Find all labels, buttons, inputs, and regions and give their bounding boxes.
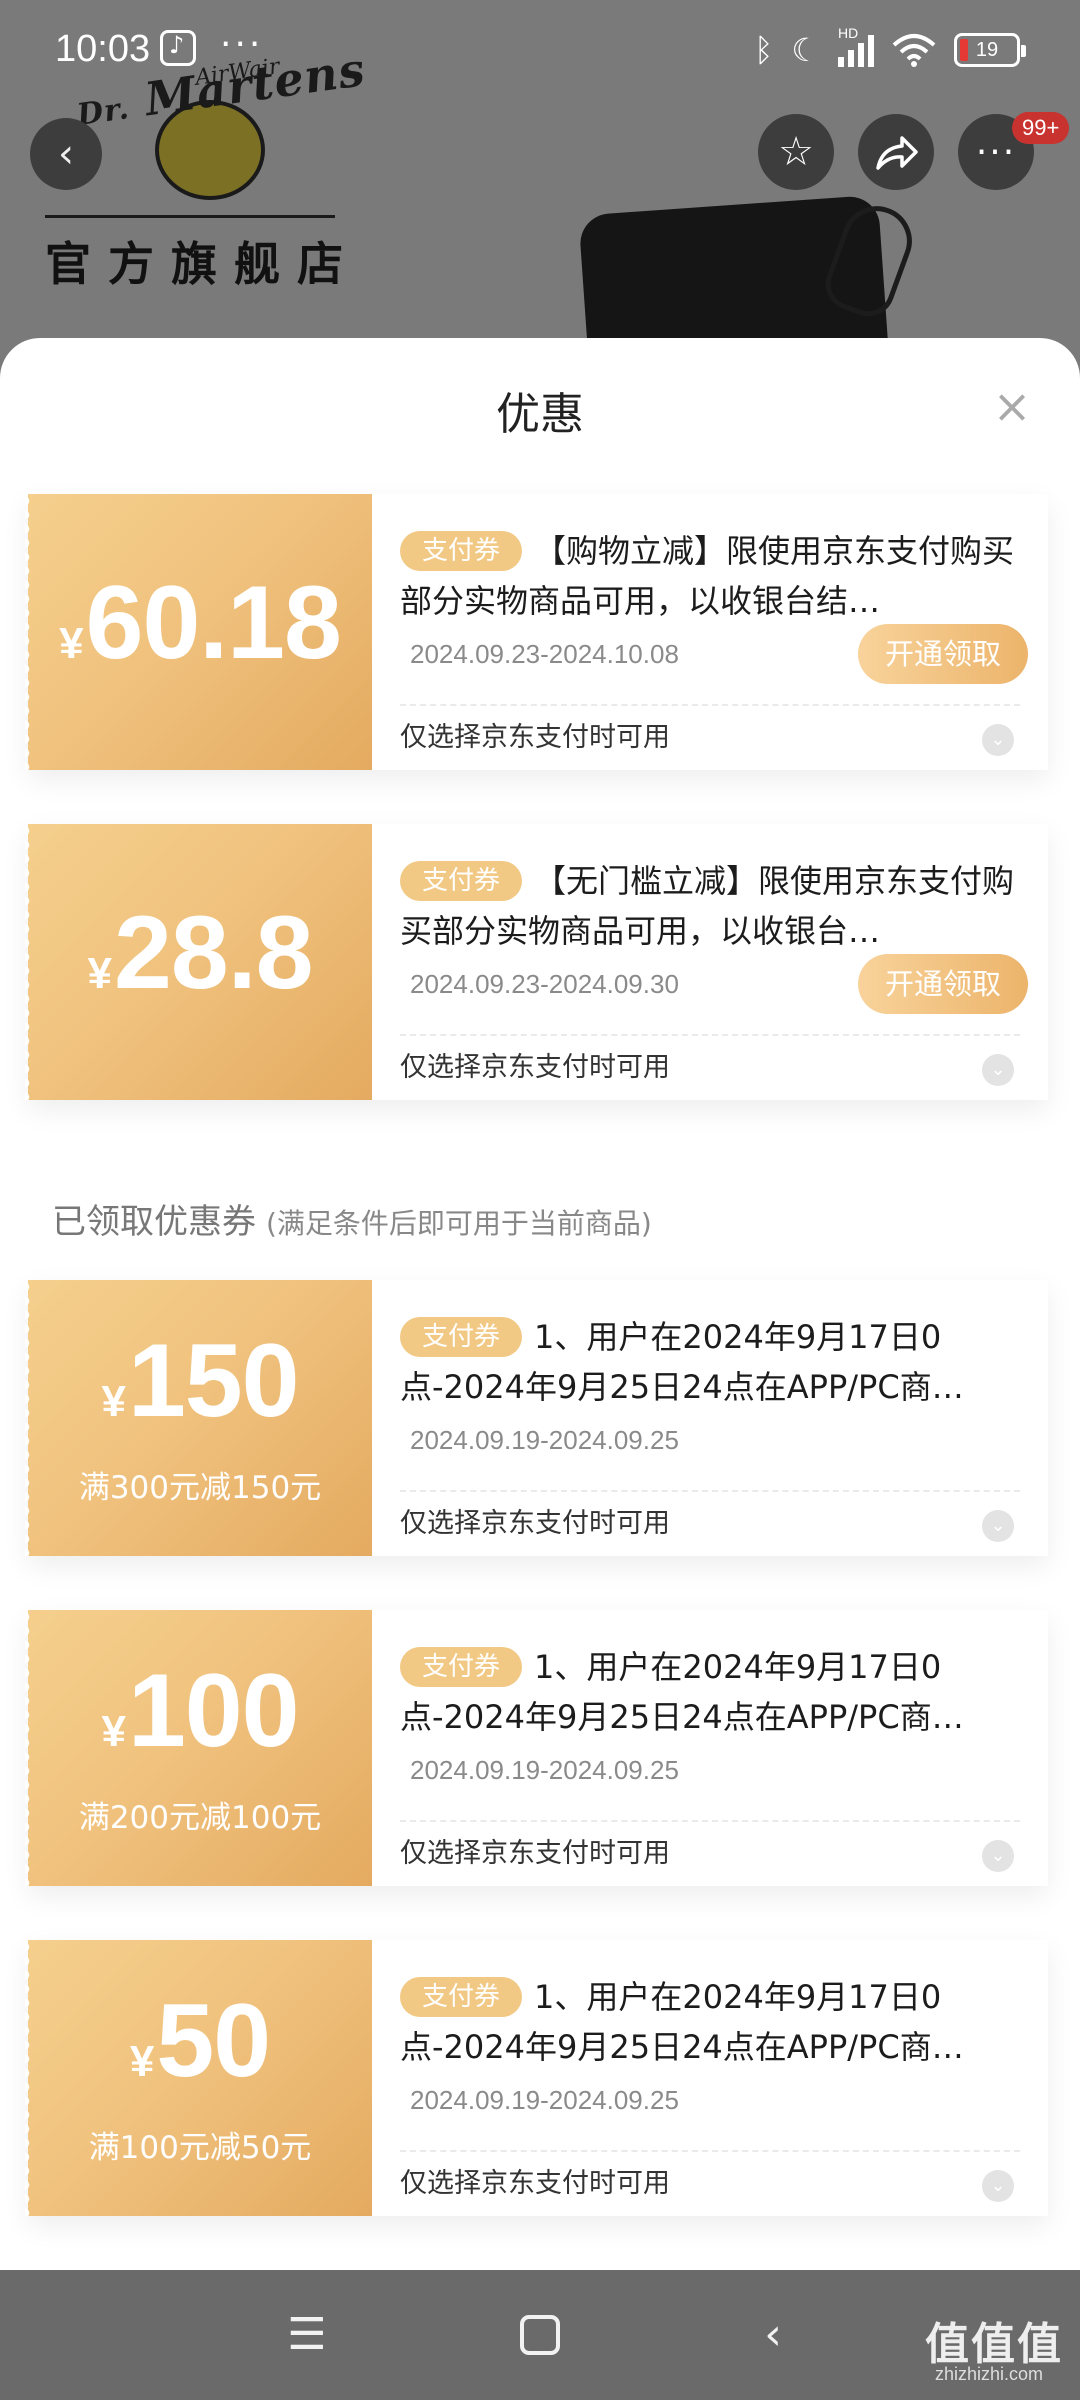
close-button[interactable]: × bbox=[990, 383, 1034, 430]
store-name: 官方旗舰店 bbox=[45, 237, 360, 291]
coupon-divider bbox=[400, 1034, 1020, 1036]
coupon-condition: 满100元减50元 bbox=[88, 2130, 312, 2166]
coupon-pay-note: 仅选择京东支付时可用 bbox=[400, 1052, 670, 1083]
coupon-amount: ¥50 bbox=[129, 1983, 271, 2099]
coupon-date-range: 2024.09.19-2024.09.25 bbox=[410, 1425, 679, 1455]
claimed-section-title: 已领取优惠券 (满足条件后即可用于当前商品) bbox=[52, 1202, 652, 1242]
coupon-description: 支付券 【无门槛立减】限使用京东支付购买部分实物商品可用，以收银台… bbox=[400, 861, 1015, 950]
chevron-down-icon[interactable]: ⌄ bbox=[982, 2170, 1014, 2202]
claim-button[interactable]: 开通领取 bbox=[858, 624, 1028, 684]
favorite-button[interactable]: ☆ bbox=[758, 114, 834, 190]
coupon-divider bbox=[400, 2150, 1020, 2152]
coupon-pay-note: 仅选择京东支付时可用 bbox=[400, 722, 670, 753]
cellular-signal-icon: HD bbox=[838, 25, 874, 67]
chevron-down-icon[interactable]: ⌄ bbox=[982, 1510, 1014, 1542]
coupon-card: ¥100 满200元减100元 支付券 1、用户在2024年9月17日0点-202… bbox=[25, 1610, 1048, 1886]
battery-icon: 19 bbox=[954, 33, 1026, 67]
coupon-date-range: 2024.09.19-2024.09.25 bbox=[410, 2085, 679, 2115]
coupon-tag: 支付券 bbox=[400, 1317, 523, 1357]
coupon-details: 支付券 1、用户在2024年9月17日0点-2024年9月25日24点在APP/P… bbox=[400, 1940, 1028, 2216]
coupon-pay-note: 仅选择京东支付时可用 bbox=[400, 1838, 670, 1869]
coupon-amount-panel: ¥28.8 bbox=[25, 824, 372, 1100]
more-icon: ··· bbox=[975, 131, 1017, 173]
back-triangle-icon[interactable]: ‹ bbox=[748, 2310, 798, 2360]
coupon-card: ¥28.8 支付券 【无门槛立减】限使用京东支付购买部分实物商品可用，以收银台… … bbox=[25, 824, 1048, 1100]
watermark-logo: 值值值 bbox=[925, 2319, 1063, 2370]
coupon-details: 支付券 【无门槛立减】限使用京东支付购买部分实物商品可用，以收银台… 2024.0… bbox=[400, 824, 1028, 1100]
chevron-down-icon[interactable]: ⌄ bbox=[982, 724, 1014, 756]
chevron-down-icon[interactable]: ⌄ bbox=[982, 1840, 1014, 1872]
coupon-card: ¥60.18 支付券 【购物立减】限使用京东支付购买部分实物商品可用，以收银台结…… bbox=[25, 494, 1048, 770]
coupon-description: 支付券 1、用户在2024年9月17日0点-2024年9月25日24点在APP/P… bbox=[400, 1317, 964, 1406]
coupon-amount: ¥100 bbox=[101, 1653, 299, 1769]
coupon-details: 支付券 1、用户在2024年9月17日0点-2024年9月25日24点在APP/P… bbox=[400, 1280, 1028, 1556]
system-nav-bar: ☰ ‹ bbox=[0, 2270, 1080, 2400]
coupon-tag: 支付券 bbox=[400, 861, 523, 901]
coupon-details: 支付券 1、用户在2024年9月17日0点-2024年9月25日24点在APP/P… bbox=[400, 1610, 1028, 1886]
coupon-description: 支付券 【购物立减】限使用京东支付购买部分实物商品可用，以收银台结… bbox=[400, 531, 1015, 620]
coupon-sheet: 优惠 × ¥60.18 支付券 【购物立减】限使用京东支付购买部分实物商品可用，以… bbox=[0, 338, 1080, 2270]
sheet-title: 优惠 bbox=[496, 389, 584, 440]
status-icons: ᛒ ☾ HD 19 bbox=[754, 25, 1026, 70]
logo-divider bbox=[45, 215, 335, 218]
watermark-url: zhizhizhi.com bbox=[935, 2364, 1044, 2384]
status-bar: 10:03 ··· ᛒ ☾ HD 19 bbox=[0, 0, 1080, 100]
coupon-amount-panel: ¥100 满200元减100元 bbox=[25, 1610, 372, 1886]
coupon-divider bbox=[400, 704, 1020, 706]
moon-icon: ☾ bbox=[791, 31, 820, 69]
coupon-amount: ¥150 bbox=[101, 1323, 299, 1439]
status-more-dots: ··· bbox=[220, 24, 264, 65]
bluetooth-icon: ᛒ bbox=[754, 31, 774, 69]
coupon-card: ¥150 满300元减150元 支付券 1、用户在2024年9月17日0点-202… bbox=[25, 1280, 1048, 1556]
coupon-date-range: 2024.09.23-2024.10.08 bbox=[410, 639, 679, 669]
status-time: 10:03 bbox=[55, 28, 151, 70]
menu-icon[interactable]: ☰ bbox=[282, 2310, 332, 2360]
claimed-section-subtitle: (满足条件后即可用于当前商品) bbox=[266, 1207, 652, 1240]
share-icon bbox=[876, 136, 918, 170]
coupon-amount-panel: ¥60.18 bbox=[25, 494, 372, 770]
coupon-condition: 满200元减100元 bbox=[78, 1800, 322, 1836]
home-square-icon[interactable] bbox=[520, 2315, 560, 2355]
chevron-down-icon[interactable]: ⌄ bbox=[982, 1054, 1014, 1086]
close-icon: × bbox=[992, 379, 1032, 433]
coupon-description: 支付券 1、用户在2024年9月17日0点-2024年9月25日24点在APP/P… bbox=[400, 1647, 964, 1736]
coupon-tag: 支付券 bbox=[400, 1647, 523, 1687]
coupon-divider bbox=[400, 1820, 1020, 1822]
coupon-description: 支付券 1、用户在2024年9月17日0点-2024年9月25日24点在APP/P… bbox=[400, 1977, 964, 2066]
wifi-icon bbox=[892, 34, 936, 67]
coupon-amount-panel: ¥50 满100元减50元 bbox=[25, 1940, 372, 2216]
coupon-divider bbox=[400, 1490, 1020, 1492]
coupon-date-range: 2024.09.23-2024.09.30 bbox=[410, 969, 679, 999]
claim-button[interactable]: 开通领取 bbox=[858, 954, 1028, 1014]
coupon-tag: 支付券 bbox=[400, 531, 523, 571]
coupon-amount-panel: ¥150 满300元减150元 bbox=[25, 1280, 372, 1556]
share-button[interactable] bbox=[858, 114, 934, 190]
coupon-card: ¥50 满100元减50元 支付券 1、用户在2024年9月17日0点-2024年… bbox=[25, 1940, 1048, 2216]
coupon-pay-note: 仅选择京东支付时可用 bbox=[400, 2168, 670, 2199]
coupon-date-range: 2024.09.19-2024.09.25 bbox=[410, 1755, 679, 1785]
message-badge: 99+ bbox=[1012, 112, 1070, 144]
coupon-details: 支付券 【购物立减】限使用京东支付购买部分实物商品可用，以收银台结… 2024.0… bbox=[400, 494, 1028, 770]
chevron-left-icon: ‹ bbox=[58, 131, 74, 177]
star-icon: ☆ bbox=[778, 129, 814, 175]
coupon-condition: 满300元减150元 bbox=[78, 1470, 322, 1506]
back-button[interactable]: ‹ bbox=[30, 118, 102, 190]
coupon-pay-note: 仅选择京东支付时可用 bbox=[400, 1508, 670, 1539]
tiktok-notification-icon bbox=[160, 30, 196, 66]
coupon-amount: ¥28.8 bbox=[87, 895, 314, 1011]
coupon-tag: 支付券 bbox=[400, 1977, 523, 2017]
coupon-amount: ¥60.18 bbox=[59, 565, 342, 681]
